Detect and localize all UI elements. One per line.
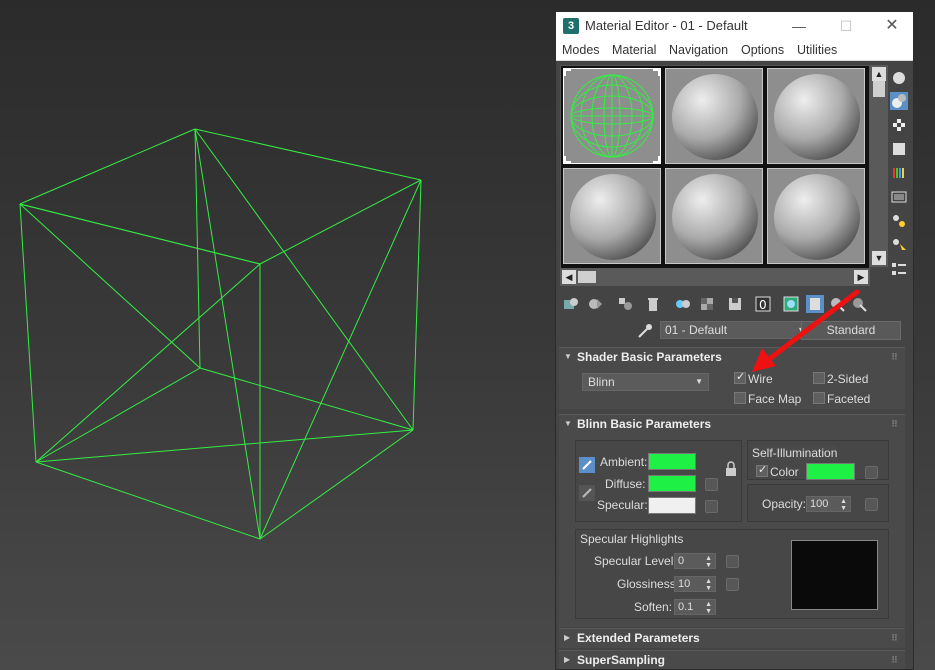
red-arrow-annotation <box>752 289 860 372</box>
